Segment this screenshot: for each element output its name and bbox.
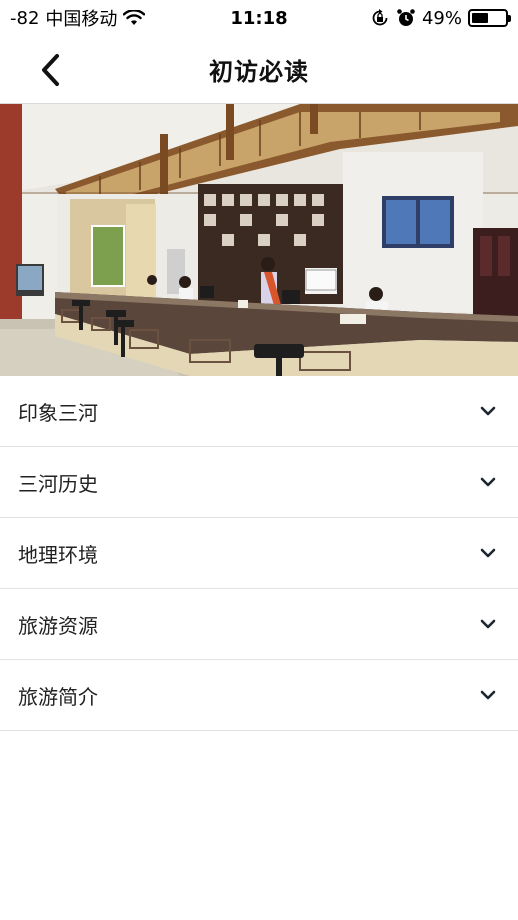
list-item-tourism-resources[interactable]: 旅游资源	[0, 589, 518, 660]
status-bar: -82 中国移动 11:18 49%	[0, 0, 518, 36]
list-item-label: 地理环境	[18, 542, 98, 567]
page-title: 初访必读	[209, 58, 309, 86]
carrier-name: 中国移动	[45, 9, 118, 30]
chevron-down-icon	[480, 405, 496, 417]
section-list: 印象三河 三河历史 地理环境 旅游资源 旅游简介	[0, 376, 518, 731]
alarm-clock-icon	[396, 8, 416, 28]
navigation-bar: 初访必读	[0, 36, 518, 104]
list-item-label: 旅游简介	[18, 684, 98, 709]
screen: -82 中国移动 11:18 49% 初访必读 印象三河 三河历史 地理环境 旅…	[0, 0, 518, 920]
chevron-left-icon	[42, 54, 59, 86]
hero-image	[0, 104, 518, 376]
list-item-label: 三河历史	[18, 471, 98, 496]
status-left: -82 中国移动	[10, 5, 146, 31]
signal-strength: -82	[10, 7, 40, 29]
battery-icon	[468, 9, 511, 27]
list-item-tourism-intro[interactable]: 旅游简介	[0, 660, 518, 731]
battery-level-fill	[472, 13, 488, 23]
status-time: 11:18	[230, 7, 288, 29]
list-item-label: 旅游资源	[18, 613, 98, 638]
rotation-lock-icon	[370, 8, 390, 28]
chevron-down-icon	[480, 689, 496, 701]
wifi-icon	[123, 10, 146, 26]
list-item-label: 印象三河	[18, 400, 98, 425]
battery-percent: 49%	[421, 7, 462, 29]
chevron-down-icon	[480, 547, 496, 559]
reception-hall-photo	[0, 104, 518, 376]
status-right: 49%	[370, 7, 511, 29]
back-button[interactable]	[30, 50, 70, 90]
chevron-down-icon	[480, 618, 496, 630]
list-item-geography[interactable]: 地理环境	[0, 518, 518, 589]
chevron-down-icon	[480, 476, 496, 488]
list-item-impression[interactable]: 印象三河	[0, 376, 518, 447]
list-item-history[interactable]: 三河历史	[0, 447, 518, 518]
